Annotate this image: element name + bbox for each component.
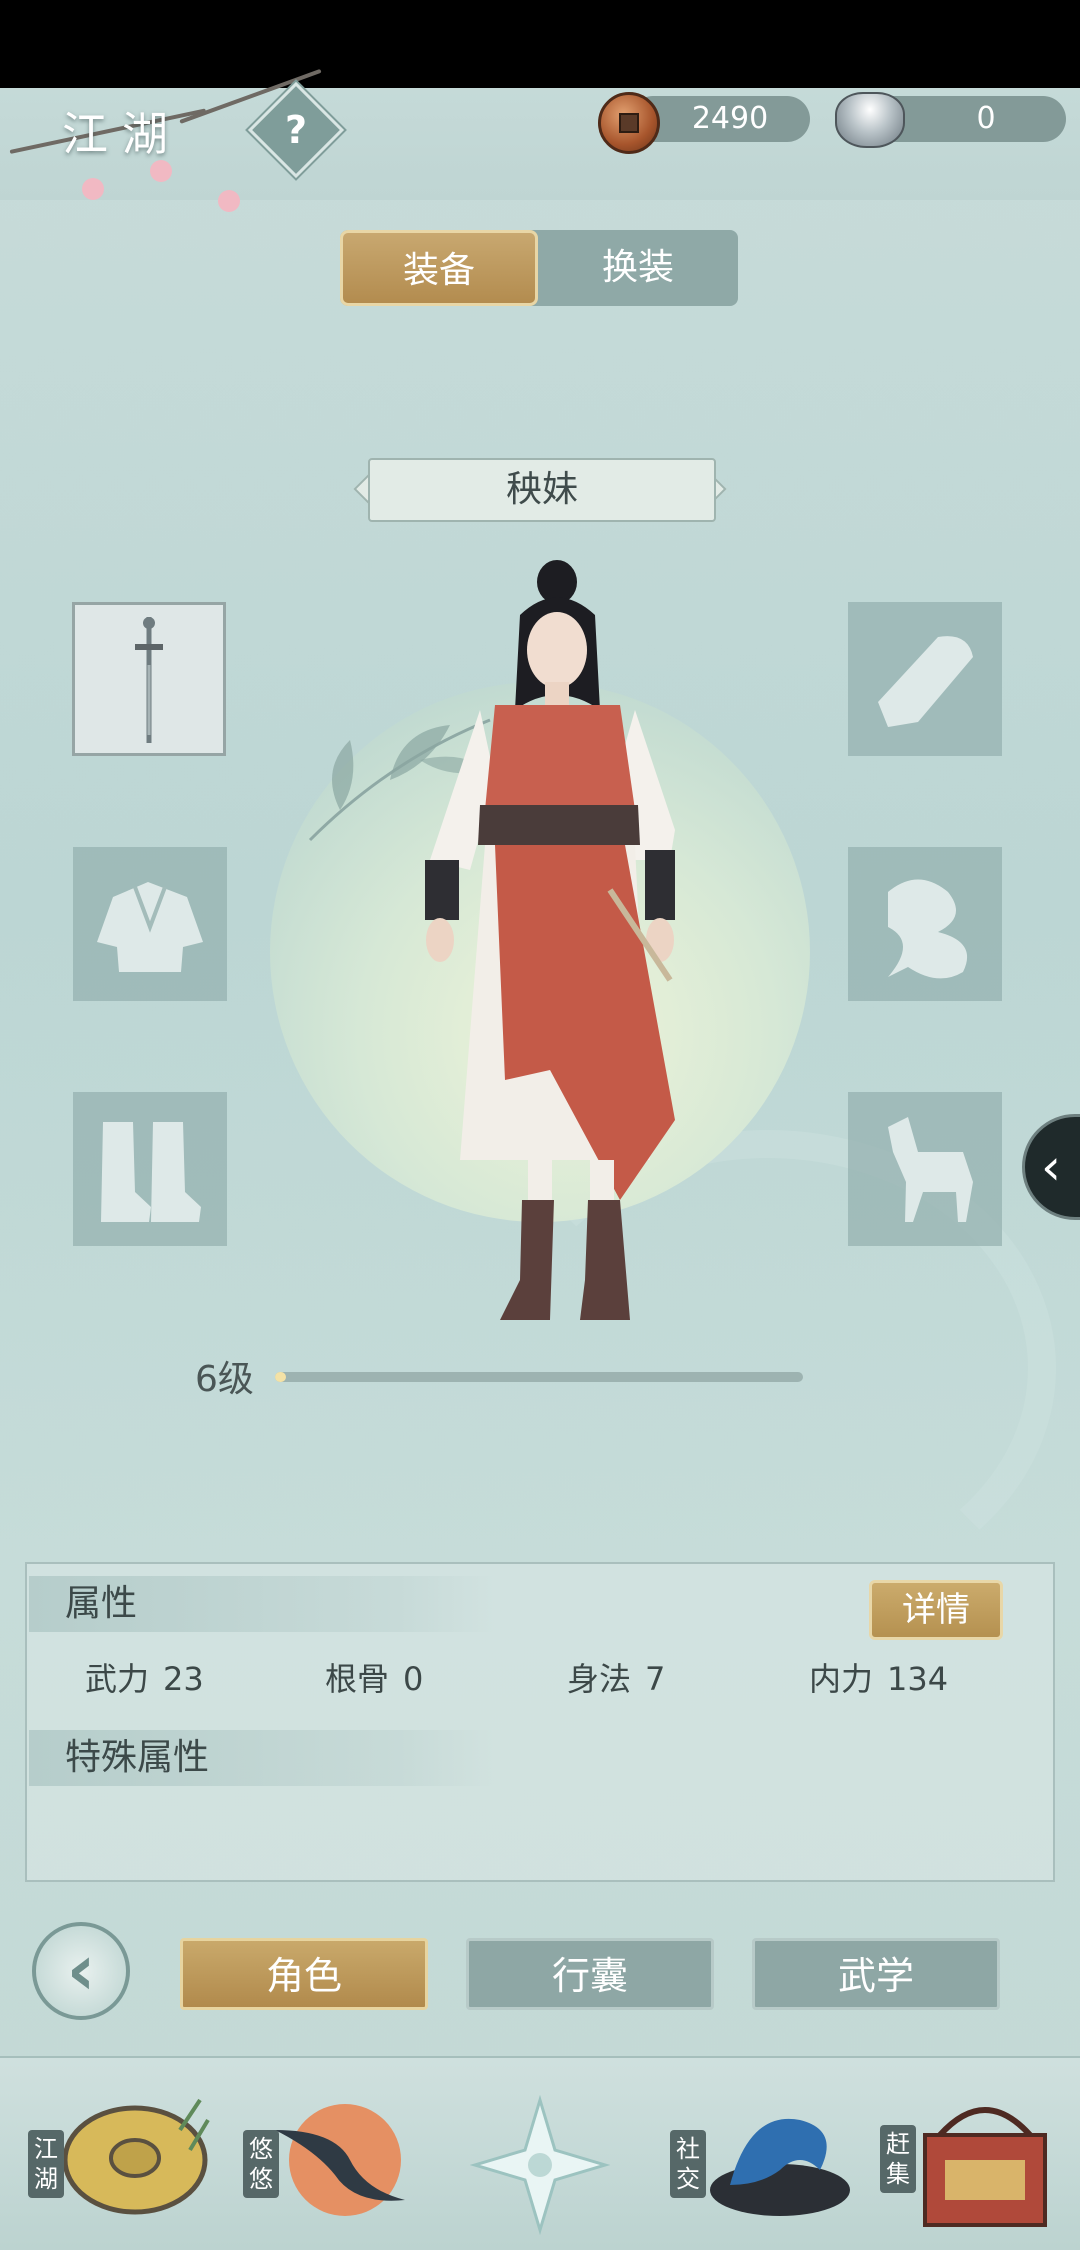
stat-agility: 身法 7 bbox=[567, 1660, 666, 1698]
boots-slot[interactable] bbox=[73, 1092, 227, 1246]
chevron-left-icon: ‹ bbox=[1041, 1138, 1061, 1196]
copper-coin-icon bbox=[598, 92, 660, 154]
plum-blossom-decoration bbox=[82, 178, 104, 200]
horse-icon bbox=[888, 1117, 973, 1222]
plum-blossom-decoration bbox=[218, 190, 240, 212]
special-attributes-title: 特殊属性 bbox=[29, 1730, 495, 1786]
question-icon: ? bbox=[284, 108, 308, 152]
status-bar bbox=[0, 0, 1080, 88]
nav-youyou[interactable]: 悠悠 bbox=[243, 2090, 425, 2230]
details-button[interactable]: 详情 bbox=[869, 1580, 1003, 1640]
nav-center[interactable] bbox=[469, 2094, 611, 2236]
stat-constitution: 根骨 0 bbox=[325, 1660, 424, 1698]
character-model[interactable] bbox=[400, 560, 690, 1350]
robe-icon bbox=[97, 882, 203, 972]
back-button[interactable]: ‹ bbox=[32, 1922, 130, 2020]
bracer-icon bbox=[878, 636, 973, 727]
nav-jianghu[interactable]: 江湖 bbox=[28, 2090, 210, 2230]
cloud-token-icon bbox=[888, 879, 968, 979]
swallow-icon bbox=[275, 2104, 405, 2216]
tab-role[interactable]: 角色 bbox=[180, 1938, 428, 2010]
character-name: 秧妹 bbox=[368, 458, 716, 522]
attributes-title: 属性 bbox=[29, 1576, 495, 1632]
tab-bag[interactable]: 行囊 bbox=[466, 1938, 714, 2010]
back-arrow-icon: ‹ bbox=[66, 1929, 96, 2011]
experience-bar bbox=[275, 1372, 803, 1382]
character-level: 6级 bbox=[195, 1359, 254, 1400]
tab-outfit[interactable]: 换装 bbox=[538, 230, 738, 306]
nav-social[interactable]: 社交 bbox=[670, 2090, 860, 2230]
equip-outfit-tabs: 装备 换装 bbox=[340, 230, 738, 306]
weapon-slot[interactable] bbox=[72, 602, 226, 756]
nav-label: 江湖 bbox=[28, 2130, 64, 2198]
expand-side-panel-button[interactable]: ‹ bbox=[1022, 1114, 1080, 1220]
compass-star-icon bbox=[469, 2094, 611, 2236]
armor-slot[interactable] bbox=[73, 847, 227, 1001]
attributes-panel: 属性 详情 武力 23 根骨 0 身法 7 内力 134 特殊属性 bbox=[25, 1562, 1055, 1882]
nav-label: 赶集 bbox=[880, 2125, 916, 2193]
boots-icon bbox=[101, 1122, 201, 1222]
straw-hat-icon bbox=[62, 2098, 210, 2215]
stat-inner-power: 内力 134 bbox=[809, 1660, 949, 1698]
accessory-slot[interactable] bbox=[848, 847, 1002, 1001]
nav-label: 悠悠 bbox=[243, 2130, 279, 2198]
tab-martial[interactable]: 武学 bbox=[752, 1938, 1000, 2010]
wave-bowl-icon bbox=[710, 2118, 850, 2216]
nav-market[interactable]: 赶集 bbox=[880, 2085, 1070, 2235]
experience-fill bbox=[275, 1372, 286, 1382]
region-title: 江湖 bbox=[62, 107, 182, 161]
nav-label: 社交 bbox=[670, 2130, 706, 2198]
market-box-icon bbox=[923, 2107, 1047, 2227]
bracer-slot[interactable] bbox=[848, 602, 1002, 756]
silver-ingot-icon bbox=[835, 92, 905, 148]
mount-slot[interactable] bbox=[848, 1092, 1002, 1246]
sword-icon bbox=[135, 617, 163, 743]
tab-equip[interactable]: 装备 bbox=[340, 230, 538, 306]
stat-strength: 武力 23 bbox=[85, 1660, 204, 1698]
